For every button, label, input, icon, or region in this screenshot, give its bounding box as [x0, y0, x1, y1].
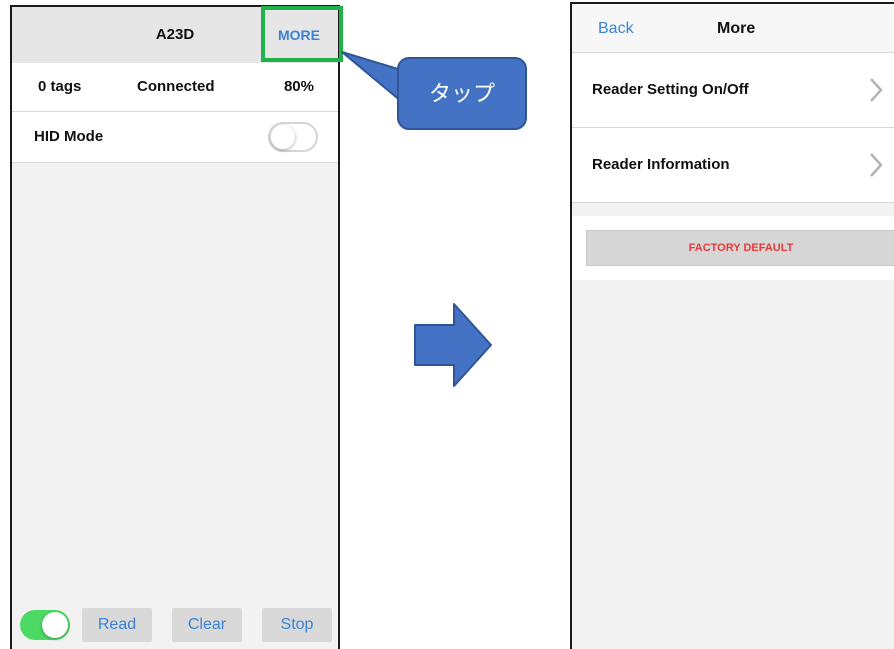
clear-button[interactable]: Clear	[172, 608, 242, 642]
hid-mode-label: HID Mode	[34, 128, 104, 145]
menu-item-label: Reader Information	[592, 156, 730, 173]
toggle-knob	[42, 612, 68, 638]
hid-mode-row: HID Mode	[12, 112, 338, 163]
factory-default-button[interactable]: FACTORY DEFAULT	[586, 230, 894, 266]
left-phone-screen: A23D MORE 0 tags Connected 80% HID Mode …	[10, 5, 340, 649]
read-button[interactable]: Read	[82, 608, 152, 642]
menu-item-reader-information[interactable]: Reader Information	[572, 128, 894, 203]
menu-item-reader-setting[interactable]: Reader Setting On/Off	[572, 53, 894, 128]
factory-reset-section: FACTORY DEFAULT	[572, 216, 894, 280]
back-button[interactable]: Back	[598, 4, 634, 54]
hid-mode-toggle[interactable]	[268, 122, 318, 152]
read-mode-toggle[interactable]	[20, 610, 70, 640]
toggle-knob	[271, 125, 295, 149]
stop-button[interactable]: Stop	[262, 608, 332, 642]
menu-item-label: Reader Setting On/Off	[592, 81, 749, 98]
chevron-right-icon	[870, 153, 883, 177]
chevron-right-icon	[870, 78, 883, 102]
page-title: More	[717, 20, 756, 37]
connection-status: Connected	[137, 78, 215, 95]
tap-callout: タップ	[397, 57, 527, 130]
status-row: 0 tags Connected 80%	[12, 63, 338, 112]
right-arrow-icon	[414, 303, 492, 387]
right-navigation-bar: Back More	[572, 4, 894, 53]
tag-count: 0 tags	[38, 78, 82, 95]
more-highlight-box	[261, 6, 343, 62]
right-phone-screen: Back More Reader Setting On/Off Reader I…	[570, 2, 894, 649]
battery-level: 80%	[283, 78, 314, 95]
bottom-toolbar: Read Clear Stop	[12, 601, 338, 649]
